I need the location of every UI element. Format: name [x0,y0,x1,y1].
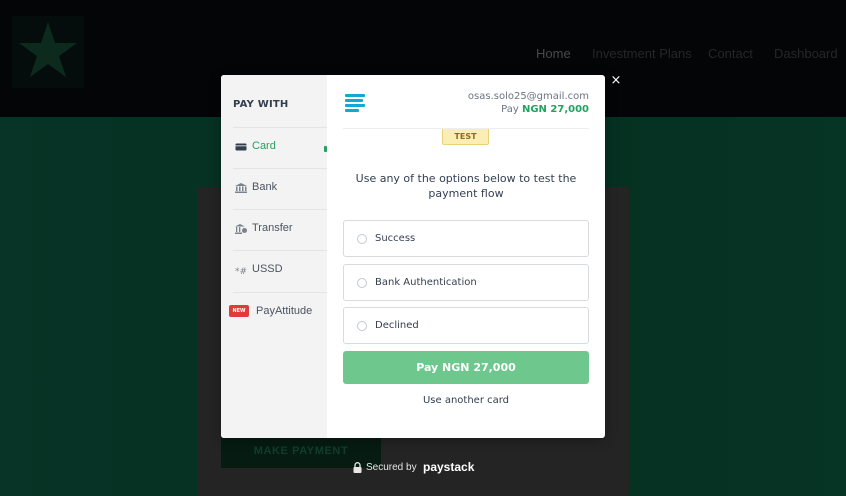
option-success-label: Success [375,233,416,244]
radio-icon [357,278,367,288]
pay-amount: NGN 27,000 [521,104,589,115]
close-icon[interactable]: × [609,74,623,88]
svg-text:*#: *# [235,267,247,275]
method-ussd[interactable]: *# USSD [233,250,327,291]
method-card[interactable]: Card [233,127,327,168]
use-another-card-link[interactable]: Use another card [343,395,589,406]
paystack-logo-icon [345,94,365,112]
payment-methods-sidebar: PAY WITH Card Bank Transfer *# USSD NEW … [221,75,327,438]
pay-prefix: Pay [501,104,519,115]
ussd-icon: *# [235,267,247,275]
radio-icon [357,321,367,331]
paystack-brand[interactable]: paystack [423,460,474,474]
method-payattitude[interactable]: NEW PayAttitude [229,292,327,333]
card-icon [235,143,247,151]
option-bank-authentication-label: Bank Authentication [375,277,477,288]
method-transfer-label: Transfer [252,222,293,234]
pay-with-title: PAY WITH [233,99,289,110]
instructions-text: Use any of the options below to test the… [355,172,577,200]
payment-main: osas.solo25@gmail.com Pay NGN 27,000 TES… [327,75,605,438]
pay-amount-line: Pay NGN 27,000 [501,104,589,115]
pay-button[interactable]: Pay NGN 27,000 [343,351,589,384]
customer-email: osas.solo25@gmail.com [467,91,589,102]
option-success[interactable]: Success [343,220,589,257]
option-declined[interactable]: Declined [343,307,589,344]
lock-icon [353,462,362,473]
secured-by-text: Secured by [366,462,417,473]
test-badge: TEST [442,129,489,145]
option-declined-label: Declined [375,320,419,331]
payment-modal: PAY WITH Card Bank Transfer *# USSD NEW … [221,75,605,438]
new-badge-icon: NEW [229,305,249,317]
method-bank-label: Bank [252,181,278,193]
option-bank-authentication[interactable]: Bank Authentication [343,264,589,301]
method-transfer[interactable]: Transfer [233,209,327,250]
transfer-icon [235,224,247,234]
method-card-label: Card [252,140,276,152]
method-bank[interactable]: Bank [233,168,327,209]
radio-icon [357,234,367,244]
bank-icon [235,183,247,193]
method-payattitude-label: PayAttitude [256,305,313,317]
method-ussd-label: USSD [252,263,283,275]
